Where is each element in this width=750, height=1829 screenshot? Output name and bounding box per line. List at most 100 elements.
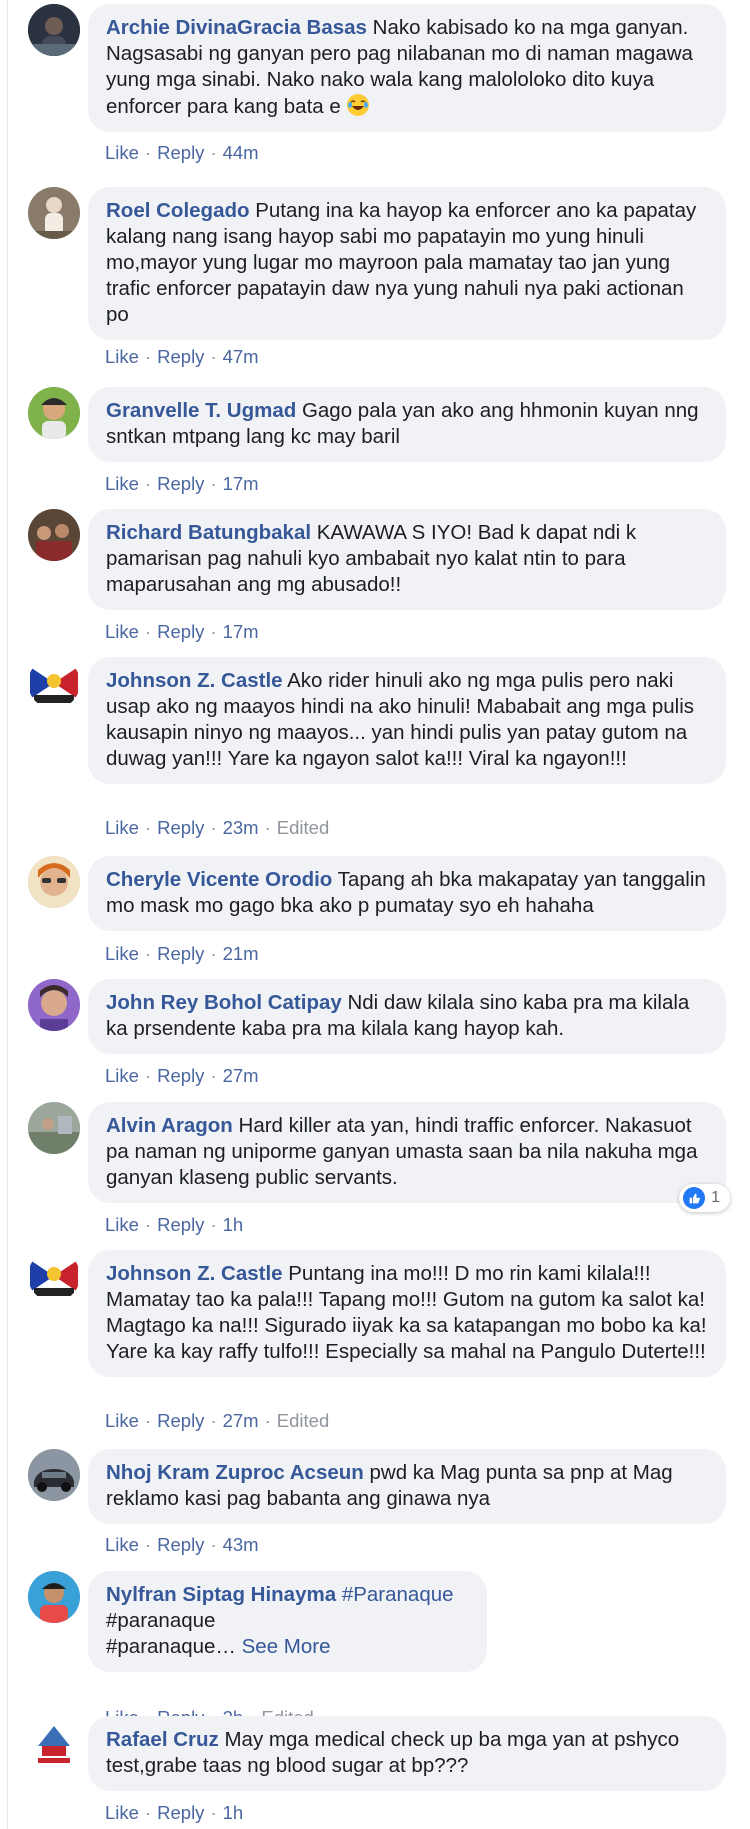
like-link[interactable]: Like — [105, 817, 139, 838]
separator: · — [210, 817, 217, 838]
comment-author[interactable]: Johnson Z. Castle — [106, 669, 283, 692]
separator: · — [144, 943, 152, 964]
separator: · — [210, 1802, 217, 1823]
thumbs-up-icon — [683, 1187, 706, 1209]
like-link[interactable]: Like — [105, 1410, 139, 1431]
like-link[interactable]: Like — [105, 943, 139, 964]
comment-author[interactable]: Alvin Aragon — [106, 1114, 233, 1137]
reply-link[interactable]: Reply — [157, 473, 204, 494]
separator: · — [210, 142, 217, 163]
reply-link[interactable]: Reply — [157, 817, 204, 838]
avatar[interactable] — [28, 856, 80, 908]
separator: · — [144, 1065, 152, 1086]
comment-author[interactable]: John Rey Bohol Catipay — [106, 991, 342, 1014]
avatar[interactable] — [28, 509, 80, 561]
reply-link[interactable]: Reply — [157, 346, 204, 367]
comment-actions: Like · Reply · 1h — [105, 1802, 243, 1824]
separator: · — [144, 473, 152, 494]
avatar[interactable] — [28, 1102, 80, 1154]
like-link[interactable]: Like — [105, 1534, 139, 1555]
comment-author[interactable]: Johnson Z. Castle — [106, 1262, 283, 1285]
comment-author[interactable]: Archie DivinaGracia Basas — [106, 16, 367, 39]
timestamp-link[interactable]: 1h — [223, 1214, 244, 1235]
timestamp-link[interactable]: 23m — [223, 817, 259, 838]
comment-bubble: Nhoj Kram Zuproc Acseun pwd ka Mag punta… — [88, 1449, 726, 1524]
comment-author[interactable]: Cheryle Vicente Orodio — [106, 868, 332, 891]
separator: · — [144, 346, 152, 367]
reaction-count-badge[interactable]: 1 — [679, 1184, 730, 1212]
see-more-link[interactable]: See More — [236, 1635, 331, 1658]
separator: · — [144, 1410, 152, 1431]
separator: · — [210, 943, 217, 964]
reply-link[interactable]: Reply — [157, 621, 204, 642]
like-link[interactable]: Like — [105, 621, 139, 642]
timestamp-link[interactable]: 21m — [223, 943, 259, 964]
timestamp-link[interactable]: 27m — [223, 1410, 259, 1431]
comment-bubble: Granvelle T. Ugmad Gago pala yan ako ang… — [88, 387, 726, 462]
comment-author[interactable]: Roel Colegado — [106, 199, 250, 222]
timestamp-link[interactable]: 27m — [223, 1065, 259, 1086]
reply-link[interactable]: Reply — [157, 1534, 204, 1555]
timestamp-link[interactable]: 44m — [223, 142, 259, 163]
comment-author[interactable]: Nylfran Siptag Hinayma — [106, 1583, 336, 1606]
avatar[interactable] — [28, 657, 80, 709]
reply-link[interactable]: Reply — [157, 1065, 204, 1086]
comment-bubble: Johnson Z. Castle Ako rider hinuli ako n… — [88, 657, 726, 784]
separator: · — [144, 142, 152, 163]
reply-link[interactable]: Reply — [157, 1802, 204, 1823]
comment-actions: Like · Reply · 17m — [105, 621, 259, 643]
separator: · — [210, 1214, 217, 1235]
separator: · — [210, 1065, 217, 1086]
avatar[interactable] — [28, 1571, 80, 1623]
avatar[interactable] — [28, 187, 80, 239]
separator: · — [144, 1534, 152, 1555]
edited-label[interactable]: Edited — [277, 817, 329, 838]
comment-actions: Like · Reply · 44m — [105, 142, 259, 164]
comment-bubble: Nylfran Siptag Hinayma #Paranaque #paran… — [88, 1571, 487, 1672]
reply-link[interactable]: Reply — [157, 1214, 204, 1235]
timestamp-link[interactable]: 1h — [223, 1802, 244, 1823]
comment-actions: Like · Reply · 43m — [105, 1534, 259, 1556]
reply-link[interactable]: Reply — [157, 1410, 204, 1431]
timestamp-link[interactable]: 47m — [223, 346, 259, 367]
comment-bubble: Johnson Z. Castle Puntang ina mo!!! D mo… — [88, 1250, 726, 1377]
reply-link[interactable]: Reply — [157, 142, 204, 163]
laughing-crying-emoji-icon — [346, 93, 370, 117]
comment-text-line: #paranaque… — [106, 1635, 236, 1658]
separator: · — [210, 621, 217, 642]
separator: · — [210, 473, 217, 494]
avatar[interactable] — [28, 979, 80, 1031]
edited-label[interactable]: Edited — [277, 1410, 329, 1431]
like-link[interactable]: Like — [105, 473, 139, 494]
comment-bubble: Richard Batungbakal KAWAWA S IYO! Bad k … — [88, 509, 726, 610]
timestamp-link[interactable]: 17m — [223, 473, 259, 494]
avatar[interactable] — [28, 1250, 80, 1302]
like-link[interactable]: Like — [105, 346, 139, 367]
comment-bubble: Cheryle Vicente Orodio Tapang ah bka mak… — [88, 856, 726, 931]
comment-author[interactable]: Rafael Cruz — [106, 1728, 219, 1751]
comment-bubble: Roel Colegado Putang ina ka hayop ka enf… — [88, 187, 726, 340]
comment-author[interactable]: Richard Batungbakal — [106, 521, 311, 544]
comment-bubble: Archie DivinaGracia Basas Nako kabisado … — [88, 4, 726, 132]
like-link[interactable]: Like — [105, 1065, 139, 1086]
comment-actions: Like · Reply · 27m · Edited — [105, 1410, 329, 1432]
avatar[interactable] — [28, 1716, 80, 1768]
avatar[interactable] — [28, 1449, 80, 1501]
comment-actions: Like · Reply · 27m — [105, 1065, 259, 1087]
like-link[interactable]: Like — [105, 1802, 139, 1823]
like-link[interactable]: Like — [105, 142, 139, 163]
reply-link[interactable]: Reply — [157, 943, 204, 964]
comment-actions: Like · Reply · 17m — [105, 473, 259, 495]
comment-author[interactable]: Granvelle T. Ugmad — [106, 399, 296, 422]
comment-author[interactable]: Nhoj Kram Zuproc Acseun — [106, 1461, 364, 1484]
timestamp-link[interactable]: 43m — [223, 1534, 259, 1555]
separator: · — [264, 817, 271, 838]
like-link[interactable]: Like — [105, 1214, 139, 1235]
avatar[interactable] — [28, 387, 80, 439]
avatar[interactable] — [28, 4, 80, 56]
comment-actions: Like · Reply · 21m — [105, 943, 259, 965]
separator: · — [210, 346, 217, 367]
hashtag-link[interactable]: #Paranaque — [336, 1583, 454, 1606]
comment-actions: Like · Reply · 23m · Edited — [105, 817, 329, 839]
timestamp-link[interactable]: 17m — [223, 621, 259, 642]
